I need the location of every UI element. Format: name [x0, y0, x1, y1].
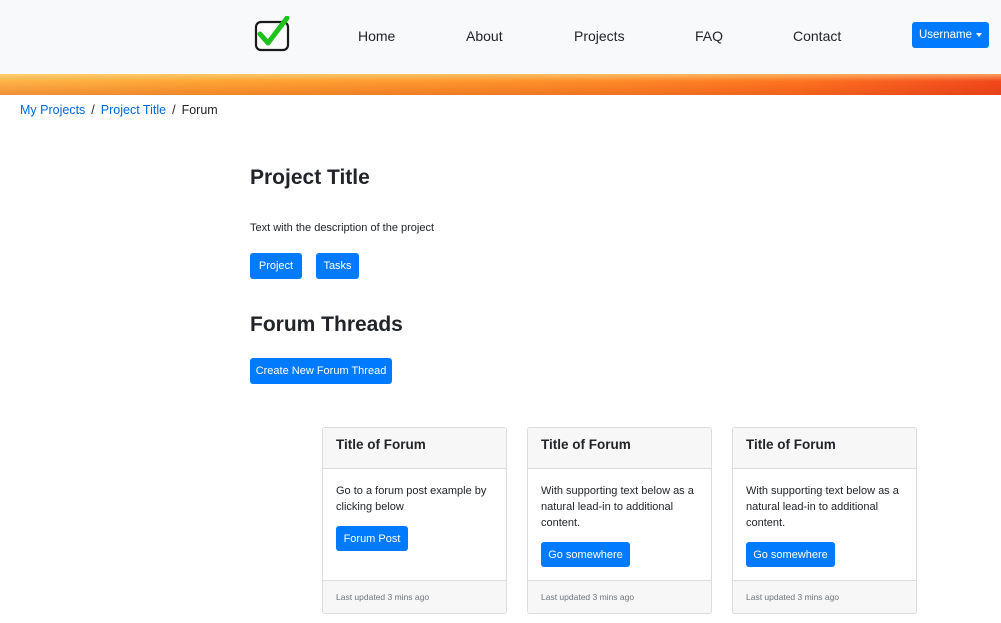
forum-card-title: Title of Forum — [733, 428, 916, 469]
forum-card: Title of Forum With supporting text belo… — [527, 427, 712, 614]
forum-card-title: Title of Forum — [528, 428, 711, 469]
breadcrumb-current: Forum — [181, 103, 218, 117]
top-navbar: Home About Projects FAQ Contact Username — [0, 0, 1001, 74]
forum-card-text: Go to a forum post example by clicking b… — [336, 485, 487, 513]
caret-down-icon — [976, 33, 983, 37]
nav-projects[interactable]: Projects — [574, 28, 625, 44]
breadcrumb: My Projects / Project Title / Forum — [20, 103, 218, 117]
project-title: Project Title — [250, 166, 370, 189]
nav-faq[interactable]: FAQ — [695, 28, 723, 44]
forum-card-footer: Last updated 3 mins ago — [528, 580, 711, 613]
forum-card: Title of Forum Go to a forum post exampl… — [322, 427, 507, 614]
create-forum-thread-button[interactable]: Create New Forum Thread — [250, 358, 392, 384]
project-description: Text with the description of the project — [250, 222, 435, 234]
go-somewhere-button[interactable]: Go somewhere — [746, 542, 835, 567]
nav-about[interactable]: About — [466, 28, 503, 44]
header-fire-banner — [0, 74, 1001, 95]
forum-threads-heading: Forum Threads — [250, 313, 403, 336]
forum-card-text: With supporting text below as a natural … — [541, 485, 694, 529]
forum-card-footer: Last updated 3 mins ago — [733, 580, 916, 613]
user-menu-button[interactable]: Username — [912, 22, 989, 48]
breadcrumb-separator: / — [172, 103, 176, 117]
tasks-button[interactable]: Tasks — [316, 253, 359, 279]
project-button[interactable]: Project — [250, 253, 302, 279]
forum-card-title: Title of Forum — [323, 428, 506, 469]
forum-post-button[interactable]: Forum Post — [336, 526, 408, 551]
nav-home[interactable]: Home — [358, 28, 395, 44]
breadcrumb-separator: / — [91, 103, 95, 117]
breadcrumb-project-title[interactable]: Project Title — [101, 103, 166, 117]
forum-card: Title of Forum With supporting text belo… — [732, 427, 917, 614]
breadcrumb-my-projects[interactable]: My Projects — [20, 103, 85, 117]
forum-card-text: With supporting text below as a natural … — [746, 485, 899, 529]
user-menu-label: Username — [918, 29, 973, 41]
nav-contact[interactable]: Contact — [793, 28, 841, 44]
checkbox-check-logo-icon[interactable] — [254, 16, 290, 52]
go-somewhere-button[interactable]: Go somewhere — [541, 542, 630, 567]
forum-card-footer: Last updated 3 mins ago — [323, 580, 506, 613]
